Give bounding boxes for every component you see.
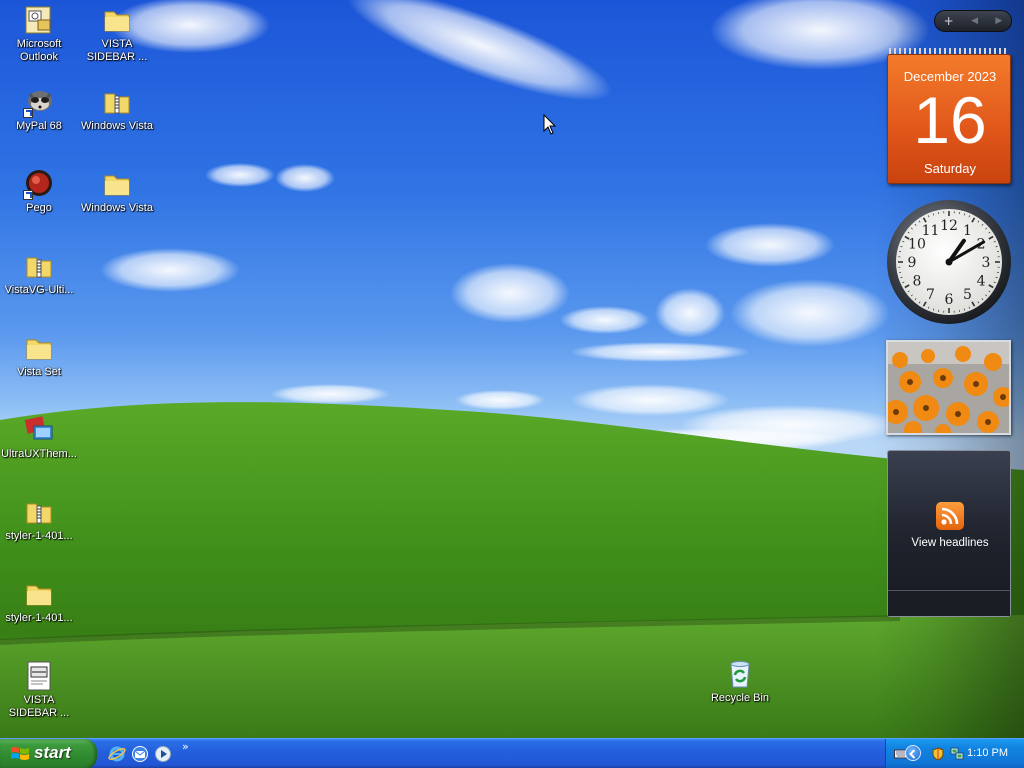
- next-page-button[interactable]: ▶: [995, 11, 1002, 31]
- desktop-icon-label: styler-1-401...: [5, 612, 73, 624]
- desktop-icon-styler-folder[interactable]: styler-1-401...: [0, 578, 78, 625]
- desktop-icon-label: Recycle Bin: [710, 692, 770, 704]
- desktop-icon-label: VISTA SIDEBAR ...: [8, 694, 70, 719]
- desktop-icon-vista-sidebar-folder[interactable]: VISTA SIDEBAR ...: [78, 4, 156, 64]
- clock-face: 121234567891011: [887, 200, 1011, 324]
- view-headlines-link[interactable]: View headlines: [888, 537, 1012, 549]
- document-icon: [23, 660, 55, 692]
- previous-page-button[interactable]: ◀: [971, 11, 978, 31]
- folder-icon: [101, 168, 133, 200]
- outlook-express-icon[interactable]: [131, 745, 149, 763]
- desktop-icon-recycle-bin[interactable]: Recycle Bin: [701, 658, 779, 705]
- clock-numeral: 7: [926, 287, 935, 303]
- desktop-icon-vista-set[interactable]: Vista Set: [0, 332, 78, 379]
- desktop-icon-label: VISTA SIDEBAR ...: [86, 38, 148, 63]
- clock-numeral: 11: [922, 223, 940, 239]
- calendar-month-year: December 2023: [903, 69, 997, 84]
- sidebar-controls: + ◀ ▶: [934, 10, 1012, 32]
- slideshow-photo-orange-flowers: [888, 342, 1009, 433]
- desktop-icon-label: styler-1-401...: [5, 530, 73, 542]
- calendar-weekday: Saturday: [923, 161, 977, 176]
- clock-numeral: 9: [908, 255, 917, 271]
- windows-flag-icon: [11, 747, 29, 760]
- pego-icon: [23, 168, 55, 200]
- desktop-icon-mypal-68[interactable]: MyPal 68: [0, 86, 78, 133]
- calendar-day-number: 16: [913, 83, 987, 157]
- desktop-icon-label: Vista Set: [17, 366, 61, 378]
- clock-numeral: 5: [963, 287, 972, 303]
- theme-patcher-icon: [23, 414, 55, 446]
- start-label: start: [34, 743, 71, 762]
- desktop-icon-label: Windows Vista: [81, 120, 153, 132]
- tray-clock[interactable]: 1:10 PM: [967, 747, 1008, 759]
- clock-numeral: 1: [963, 223, 972, 239]
- taskbar: start » 1:10 PM: [0, 738, 1024, 768]
- slideshow-gadget[interactable]: [886, 340, 1011, 435]
- calendar-page: December 2023 16 Saturday: [887, 54, 1011, 184]
- desktop-icon-pego[interactable]: Pego: [0, 168, 78, 215]
- desktop-icon-ultrauxtheme[interactable]: UltraUXThem...: [0, 414, 78, 461]
- clock-numeral: 12: [940, 218, 958, 234]
- calendar-gadget[interactable]: December 2023 16 Saturday: [887, 48, 1011, 184]
- feed-footer: [888, 590, 1010, 616]
- folder-icon: [23, 332, 55, 364]
- desktop-icon-label: Windows Vista: [81, 202, 153, 214]
- folder-icon: [23, 578, 55, 610]
- desktop-icon-windows-vista-zip[interactable]: Windows Vista: [78, 86, 156, 133]
- quick-launch-more-chevron[interactable]: »: [182, 740, 189, 753]
- desktop-icon-label: UltraUXThem...: [1, 448, 77, 460]
- desktop-icon-label: MyPal 68: [16, 120, 62, 132]
- add-gadget-button[interactable]: +: [944, 11, 954, 31]
- desktop-icon-label: VistaVG-Ulti...: [4, 284, 74, 296]
- clock-numeral: 4: [977, 274, 986, 290]
- desktop-icon-vista-sidebar-document[interactable]: VISTA SIDEBAR ...: [0, 660, 78, 720]
- desktop-icon-vistavg-ulti[interactable]: VistaVG-Ulti...: [0, 250, 78, 297]
- start-button[interactable]: start: [0, 739, 97, 768]
- outlook-icon: [23, 4, 55, 36]
- desktop-icon-label: Microsoft Outlook: [16, 38, 62, 63]
- show-hidden-icon[interactable]: [905, 745, 921, 761]
- raccoon-browser-icon: [23, 86, 55, 118]
- desktop-icon-windows-vista-folder[interactable]: Windows Vista: [78, 168, 156, 215]
- folder-icon: [101, 4, 133, 36]
- media-player-icon[interactable]: [154, 745, 172, 763]
- zip-folder-icon: [23, 496, 55, 528]
- network-icon[interactable]: [950, 747, 964, 761]
- clock-gadget[interactable]: 121234567891011: [886, 199, 1012, 325]
- rss-icon: [936, 502, 964, 530]
- shortcut-arrow-icon: [23, 108, 33, 118]
- clock-numeral: 3: [982, 255, 991, 271]
- recycle-bin-icon: [724, 658, 756, 690]
- security-shield-icon[interactable]: [931, 747, 945, 761]
- zip-folder-icon: [101, 86, 133, 118]
- desktop-icon-label: Pego: [26, 202, 52, 214]
- feed-headlines-gadget[interactable]: View headlines: [887, 450, 1011, 617]
- desktop-icon-styler-zip[interactable]: styler-1-401...: [0, 496, 78, 543]
- shortcut-arrow-icon: [23, 190, 33, 200]
- mouse-cursor-icon: [543, 114, 557, 135]
- clock-numeral: 8: [912, 274, 921, 290]
- clock-numeral: 6: [945, 292, 954, 308]
- internet-explorer-icon[interactable]: [108, 745, 126, 763]
- zip-folder-icon: [23, 250, 55, 282]
- desktop-icon-microsoft-outlook[interactable]: Microsoft Outlook: [0, 4, 78, 64]
